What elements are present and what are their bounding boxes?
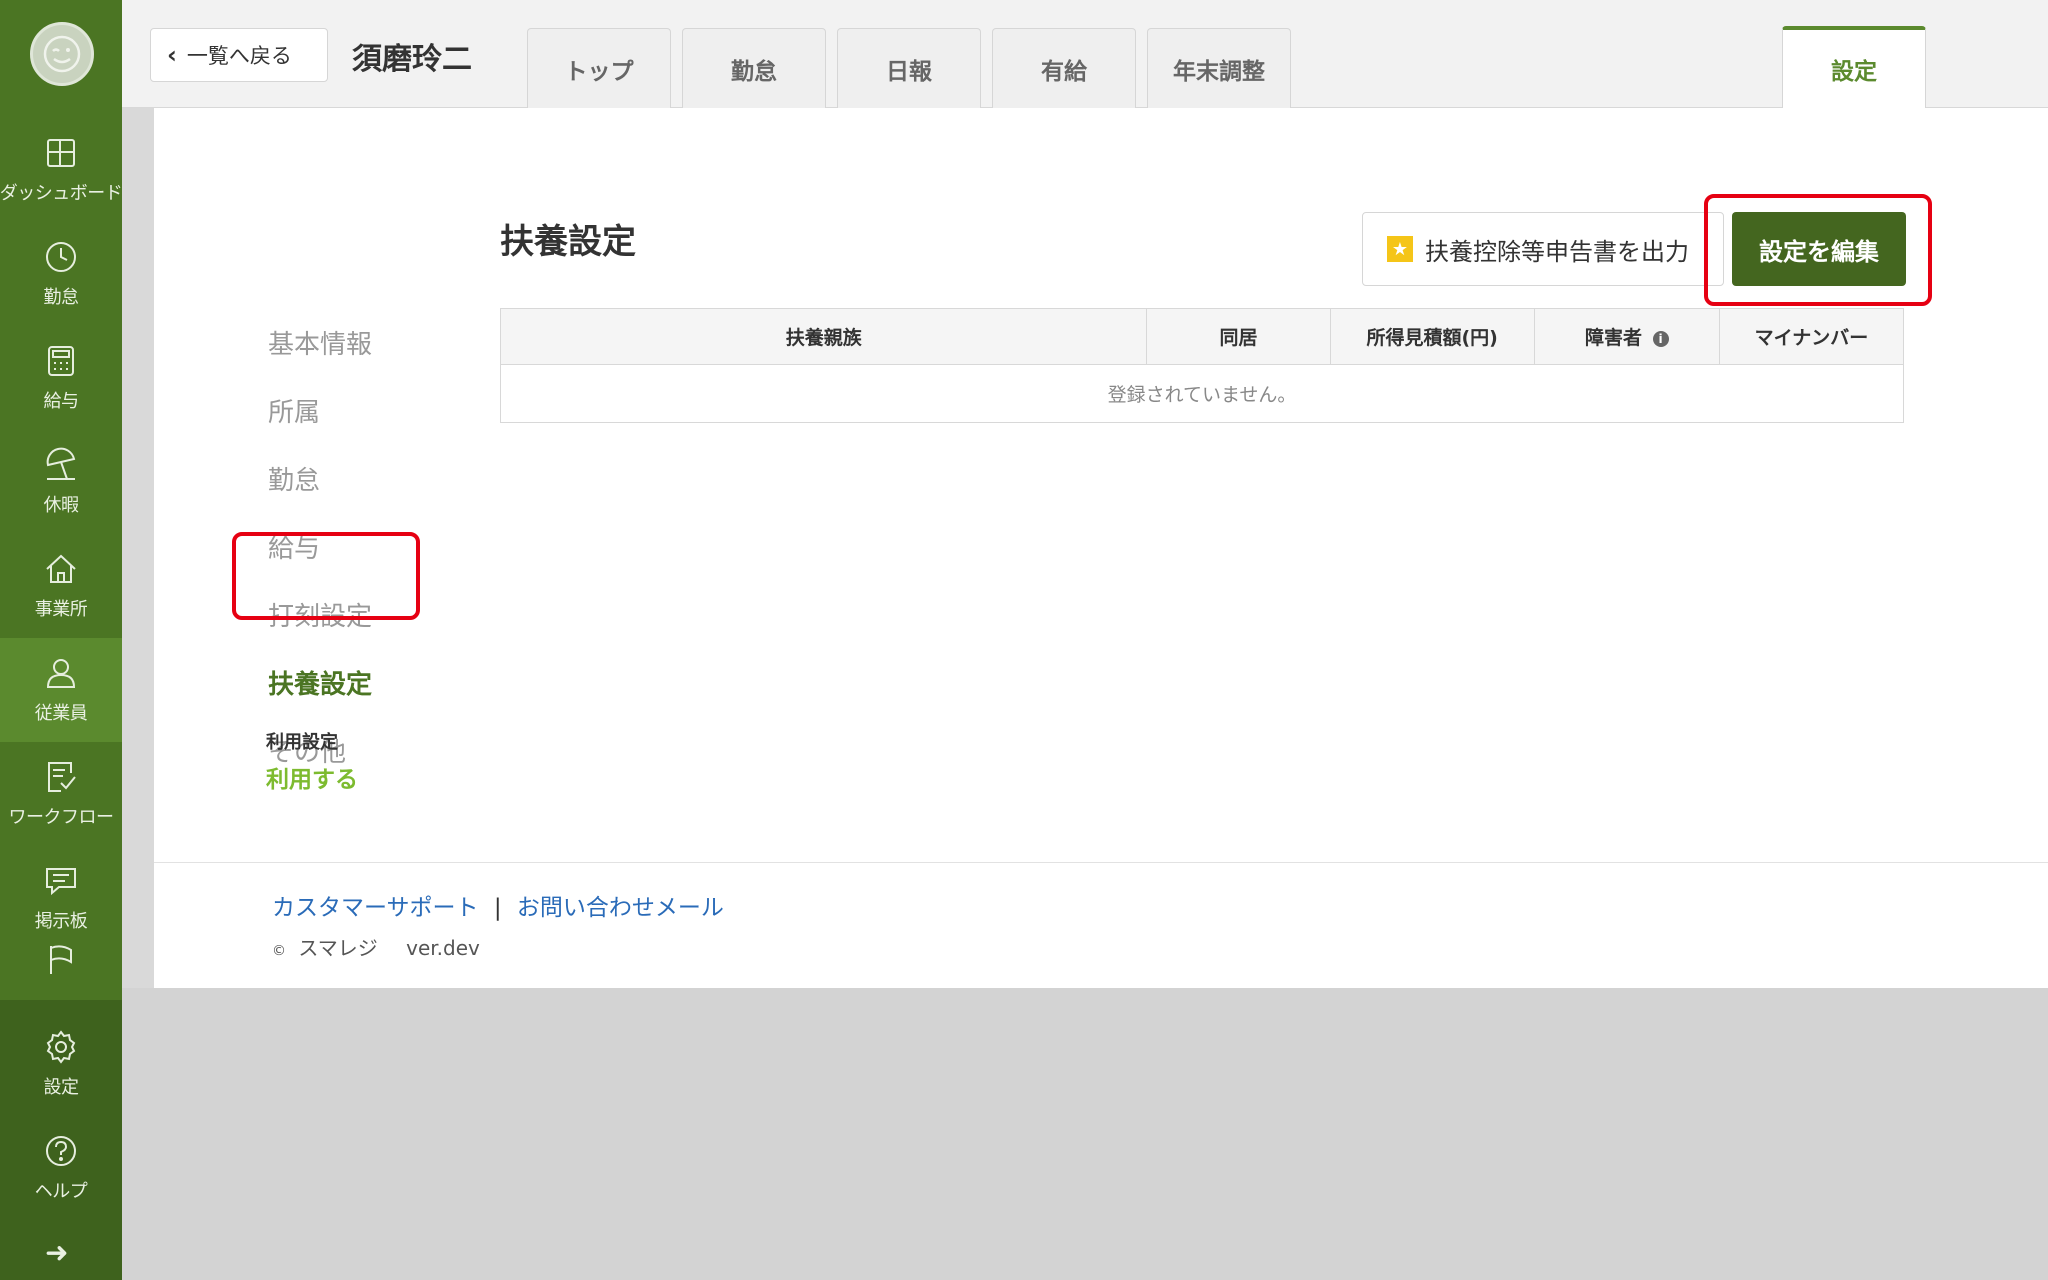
sidebar-item-label: ヘルプ: [34, 1181, 88, 1202]
usage-setting-label: 利用設定: [266, 732, 338, 753]
header-my-number: マイナンバー: [1718, 308, 1905, 365]
copyright-symbol: ©: [272, 943, 286, 959]
tab-year-end-adjustment[interactable]: 年末調整: [1147, 28, 1291, 108]
export-label: 扶養控除等申告書を出力: [1425, 237, 1689, 266]
sidebar-item-label: 掲示板: [34, 911, 88, 932]
tab-paid-leave[interactable]: 有給: [992, 28, 1136, 108]
back-label: 一覧へ戻る: [186, 44, 292, 68]
sidebar-item-flag[interactable]: [0, 942, 122, 1002]
sidebar-item-attendance[interactable]: 勤怠: [0, 222, 122, 326]
subnav-item-basic-info[interactable]: 基本情報: [268, 324, 372, 361]
table-header-row: 扶養親族 同居 所得見積額(円) 障害者 i マイナンバー: [499, 308, 1905, 365]
footer-links: カスタマーサポート | お問い合わせメール: [272, 888, 724, 922]
employee-name: 須磨玲二: [352, 42, 472, 77]
gear-icon: [46, 1030, 76, 1064]
sidebar-item-employees[interactable]: 従業員: [0, 638, 122, 742]
header-disability: 障害者 i: [1533, 308, 1720, 365]
section-title: 扶養設定: [500, 222, 636, 262]
clipboard-check-icon: [48, 762, 76, 792]
main-content: 基本情報 所属 勤怠 給与 打刻設定 扶養設定 その他 利用設定 利用する 扶養…: [154, 108, 2048, 988]
header: ‹ 一覧へ戻る 須磨玲二 トップ 勤怠 日報 有給 年末調整 設定: [122, 0, 2048, 108]
home-icon: [46, 554, 76, 583]
tab-top[interactable]: トップ: [527, 28, 671, 108]
chevron-left-icon: ‹: [167, 41, 177, 69]
star-icon: ★: [1387, 236, 1413, 262]
table-row: 登録されていません。: [500, 364, 1904, 423]
message-icon: [46, 868, 76, 896]
beach-umbrella-icon: [46, 447, 76, 480]
info-icon[interactable]: i: [1652, 330, 1669, 347]
tab-daily-report[interactable]: 日報: [837, 28, 981, 108]
highlight-box-edit: [1704, 194, 1932, 306]
customer-support-link[interactable]: カスタマーサポート: [272, 895, 479, 921]
tab-settings[interactable]: 設定: [1782, 26, 1926, 108]
avatar[interactable]: [30, 22, 94, 86]
sidebar-item-label: 勤怠: [43, 287, 80, 308]
subnav-item-dependents[interactable]: 扶養設定: [268, 664, 372, 701]
header-cohabiting: 同居: [1146, 308, 1331, 365]
header-estimated-income: 所得見積額(円): [1329, 308, 1535, 365]
dependents-table: 扶養親族 同居 所得見積額(円) 障害者 i マイナンバー 登録されていません。: [499, 308, 1905, 423]
sidebar-item-board[interactable]: 掲示板: [0, 846, 122, 950]
highlight-box-subnav: [232, 532, 420, 620]
header-disability-label: 障害者: [1584, 327, 1642, 349]
smile-icon: [43, 35, 81, 73]
export-declaration-button[interactable]: ★ 扶養控除等申告書を出力: [1362, 212, 1724, 286]
contact-email-link[interactable]: お問い合わせメール: [517, 895, 724, 921]
calculator-icon: [48, 346, 74, 376]
expand-arrow-icon[interactable]: ➜: [45, 1236, 68, 1269]
footer-separator: |: [493, 895, 502, 921]
usage-setting-value[interactable]: 利用する: [266, 760, 358, 794]
person-icon: [46, 659, 76, 688]
subnav-item-affiliation[interactable]: 所属: [268, 392, 320, 429]
flag-icon: [50, 945, 72, 974]
sidebar-item-leave[interactable]: 休暇: [0, 430, 122, 534]
sidebar-item-workflow[interactable]: ワークフロー: [0, 742, 122, 846]
footer-divider: [154, 862, 2048, 863]
subnav-item-attendance[interactable]: 勤怠: [268, 460, 320, 497]
copyright-name: スマレジ: [298, 936, 378, 960]
header-dependent-relatives: 扶養親族: [499, 308, 1148, 365]
sidebar-item-label: 設定: [43, 1077, 80, 1098]
left-gutter: [122, 108, 154, 988]
copyright: © スマレジ ver.dev: [272, 932, 480, 961]
sidebar: ダッシュボード 勤怠 給与 休暇 事業所 従業員 ワークフロー 掲示板 設定 ヘ…: [0, 0, 123, 1280]
clock-icon: [46, 242, 76, 272]
sidebar-item-office[interactable]: 事業所: [0, 534, 122, 638]
sidebar-item-label: 給与: [43, 391, 80, 412]
version-text: ver.dev: [406, 936, 480, 960]
tab-attendance[interactable]: 勤怠: [682, 28, 826, 108]
sidebar-item-label: 休暇: [43, 495, 80, 516]
empty-message: 登録されていません。: [500, 364, 1904, 423]
sidebar-item-dashboard[interactable]: ダッシュボード: [0, 118, 123, 222]
sidebar-item-label: 事業所: [34, 599, 88, 620]
sidebar-item-payroll[interactable]: 給与: [0, 326, 122, 430]
sidebar-item-label: ダッシュボード: [0, 183, 123, 204]
dashboard-icon: [47, 139, 75, 167]
sidebar-item-settings[interactable]: 設定: [0, 1012, 122, 1116]
sidebar-item-label: ワークフロー: [8, 807, 115, 828]
sidebar-item-help[interactable]: ヘルプ: [0, 1116, 122, 1220]
help-icon: [46, 1136, 76, 1166]
sidebar-item-label: 従業員: [34, 703, 88, 724]
back-to-list-button[interactable]: ‹ 一覧へ戻る: [150, 28, 328, 82]
